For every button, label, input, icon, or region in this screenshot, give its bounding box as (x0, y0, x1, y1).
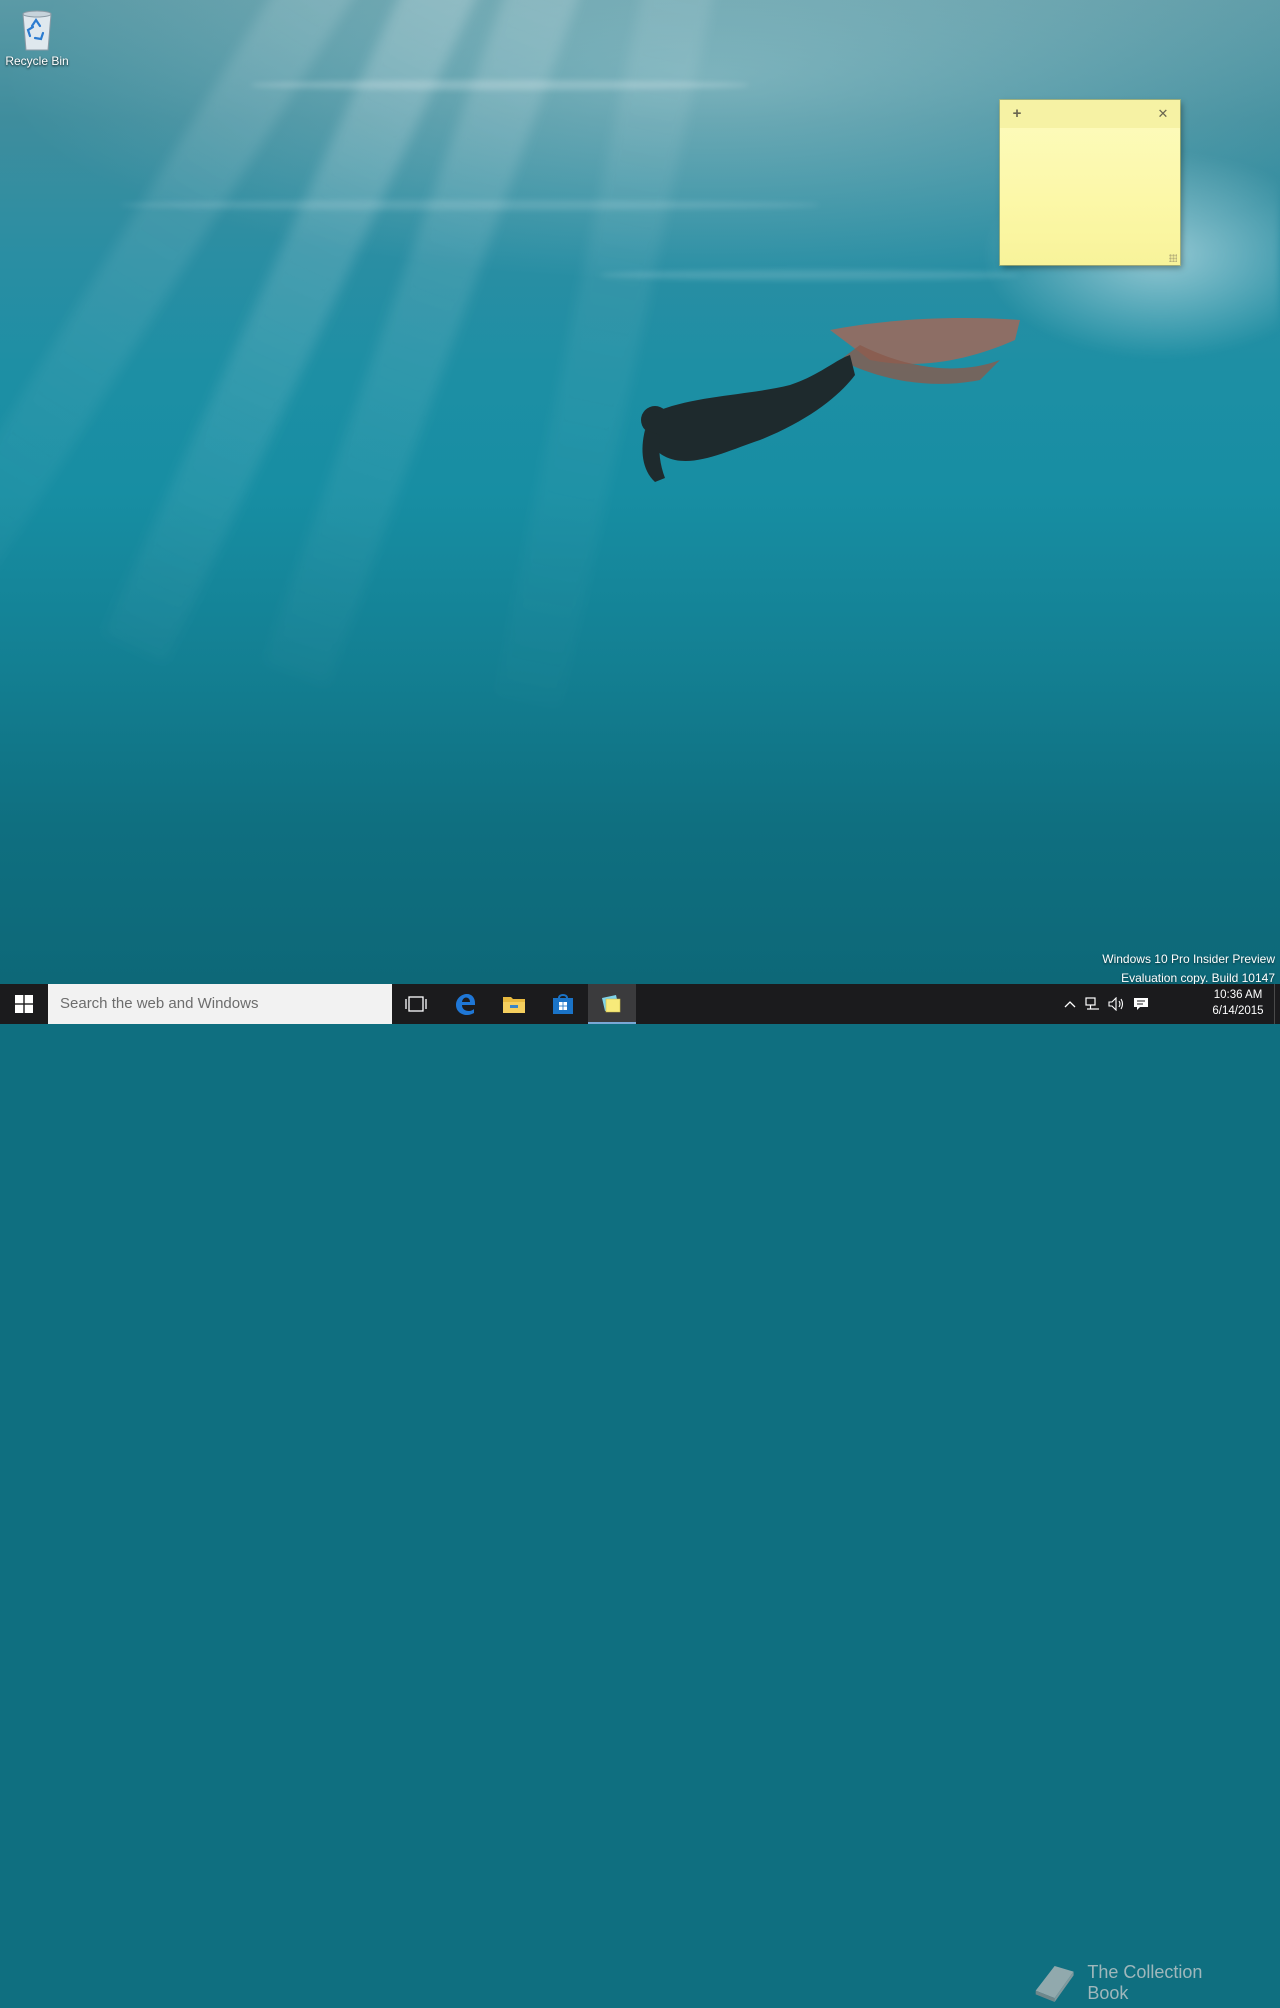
watermark-build: Evaluation copy. Build 10147 (1121, 971, 1275, 984)
sticky-note-window[interactable]: + ✕ (1000, 100, 1180, 265)
surface-streak (120, 200, 820, 210)
desktop-icon-label: Recycle Bin (5, 54, 69, 68)
sticky-notes-taskbar-button[interactable] (588, 984, 636, 1024)
system-tray: 10:36 AM 6/14/2015 (1064, 984, 1280, 1024)
taskbar: Search the web and Windows The Collectio… (0, 984, 1280, 2003)
sticky-notes-icon (602, 995, 621, 1013)
volume-icon[interactable] (1107, 994, 1127, 1014)
edge-icon (456, 994, 475, 1015)
action-center-icon[interactable] (1131, 994, 1151, 1014)
folder-icon (503, 997, 525, 1013)
windows-logo-icon (15, 995, 33, 1013)
task-view-button[interactable] (392, 984, 440, 1024)
clock-date: 6/14/2015 (1212, 1005, 1264, 1017)
surface-streak (600, 270, 1020, 280)
surface-streak (250, 80, 750, 90)
recycle-bin-icon (17, 6, 57, 52)
watermark-edition: Windows 10 Pro Insider Preview (1102, 952, 1275, 966)
task-view-icon (405, 996, 427, 1012)
close-note-button[interactable]: ✕ (1154, 105, 1172, 123)
clock[interactable]: 10:36 AM 6/14/2015 (1208, 987, 1268, 1019)
collection-book-logo: The Collection Book (1030, 1958, 1240, 2008)
store-icon (553, 994, 573, 1014)
start-button[interactable] (0, 984, 48, 1024)
resize-grip-icon[interactable] (1169, 254, 1177, 262)
edge-button[interactable] (441, 984, 489, 1024)
add-note-button[interactable]: + (1008, 105, 1026, 123)
show-desktop-button[interactable] (1274, 984, 1280, 1024)
diver-image (641, 318, 1020, 482)
network-icon[interactable] (1083, 994, 1103, 1014)
book-icon (1035, 1965, 1074, 2002)
windows-watermark: Windows 10 Pro Insider Preview Evaluatio… (1102, 950, 1275, 984)
store-button[interactable] (539, 984, 587, 1024)
desktop-wallpaper: Recycle Bin + ✕ Windows 10 Pro Insider P… (0, 0, 1280, 984)
chevron-up-icon[interactable] (1060, 994, 1080, 1014)
clock-time: 10:36 AM (1213, 989, 1263, 1001)
sticky-note-text-area[interactable] (1000, 128, 1180, 257)
file-explorer-button[interactable] (490, 984, 538, 1024)
search-input[interactable]: Search the web and Windows (48, 984, 392, 1024)
desktop-icon-recycle-bin[interactable]: Recycle Bin (4, 6, 70, 68)
sticky-note-titlebar[interactable]: + ✕ (1000, 100, 1180, 128)
collection-book-text: The Collection Book (1087, 1962, 1203, 2003)
